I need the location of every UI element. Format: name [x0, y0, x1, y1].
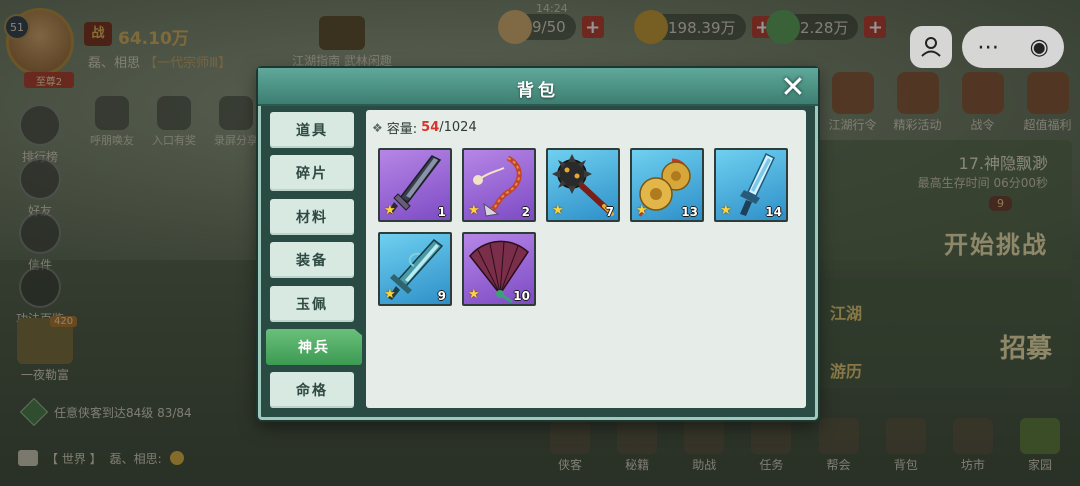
tab-items[interactable]: 道具 [270, 112, 354, 148]
inventory-slot[interactable]: ★ 10 [462, 232, 536, 306]
item-count: 2 [521, 205, 530, 219]
item-count: 9 [437, 289, 446, 303]
modal-title: 背包 [517, 81, 559, 101]
inventory-slot[interactable]: ★ 9 [378, 232, 452, 306]
tab-jade-pendants[interactable]: 玉佩 [270, 285, 354, 322]
inventory-grid: ★ 1 ★ 2 ★ 7 ★ 13 ★ 14 ★ 9 ★ 10 [378, 148, 798, 306]
tab-fragments[interactable]: 碎片 [270, 155, 354, 192]
inventory-panel: ❖ 容量: 54/1024 ★ 1 ★ 2 ★ 7 ★ 13 ★ 14 ★ 9 … [366, 110, 806, 408]
inventory-slot[interactable]: ★ 13 [630, 148, 704, 222]
star-icon: ★ [720, 203, 732, 218]
star-icon: ★ [468, 203, 480, 218]
item-count: 14 [765, 205, 782, 219]
tab-divine-weapons[interactable]: 神兵 [266, 328, 362, 365]
item-count: 7 [605, 205, 614, 219]
backpack-modal: 背包 ✕ 道具 碎片 材料 装备 玉佩 神兵 命格 ❖ 容量: 54/1024 [258, 68, 818, 420]
inventory-slot[interactable]: ★ 1 [378, 148, 452, 222]
more-icon[interactable]: ⋯ [977, 35, 999, 60]
item-count: 10 [513, 289, 530, 303]
inventory-slot[interactable]: ★ 2 [462, 148, 536, 222]
capsule-pill: ⋯ ◉ [962, 26, 1064, 68]
tab-materials[interactable]: 材料 [270, 198, 354, 235]
inventory-slot[interactable]: ★ 14 [714, 148, 788, 222]
share-button[interactable] [910, 26, 952, 68]
capacity-label: 容量: [386, 122, 418, 137]
tab-fate[interactable]: 命格 [270, 372, 354, 409]
star-icon: ★ [636, 203, 648, 218]
item-count: 1 [437, 205, 446, 219]
capacity-row: ❖ 容量: 54/1024 [372, 118, 477, 137]
star-icon: ★ [552, 203, 564, 218]
exit-icon[interactable]: ◉ [1030, 35, 1049, 60]
tab-equipment[interactable]: 装备 [270, 242, 354, 279]
close-button[interactable]: ✕ [776, 69, 810, 105]
diamond-bullet-icon: ❖ [372, 120, 383, 135]
star-icon: ★ [384, 287, 396, 302]
share-person-icon [921, 37, 941, 57]
inventory-slot[interactable]: ★ 7 [546, 148, 620, 222]
close-icon: ✕ [780, 69, 806, 105]
item-count: 13 [681, 205, 698, 219]
miniprogram-capsule: ⋯ ◉ [910, 26, 1064, 70]
star-icon: ★ [384, 203, 396, 218]
capacity-used: 54 [421, 120, 440, 135]
star-icon: ★ [468, 287, 480, 302]
capacity-total: /1024 [439, 120, 477, 135]
category-tabs: 道具 碎片 材料 装备 玉佩 神兵 命格 [266, 112, 362, 416]
